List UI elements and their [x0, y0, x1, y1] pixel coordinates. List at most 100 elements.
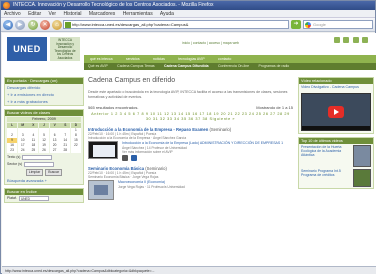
- mail-icon[interactable]: [343, 37, 350, 43]
- title-bar: INTECCA. Innovación y Desarrollo Tecnoló…: [1, 1, 375, 10]
- calendar-day[interactable]: 5: [38, 133, 50, 138]
- calendar-day[interactable]: 26: [38, 148, 50, 153]
- index-row: Plataf. UNED: [5, 195, 83, 202]
- top-video-title[interactable]: Presentación de la Huerta Ecológica de l…: [301, 145, 351, 158]
- menu-ayuda[interactable]: Ayuda: [160, 11, 174, 17]
- calendar-day[interactable]: 14: [60, 138, 71, 143]
- calendar-day[interactable]: 21: [60, 143, 71, 148]
- language-icon[interactable]: [362, 37, 368, 43]
- sidebar-link-grabaciones[interactable]: + Ir a más grabaciones: [5, 98, 83, 105]
- menu-herramientas[interactable]: Herramientas: [123, 11, 153, 17]
- calendar-day[interactable]: 22: [70, 143, 81, 148]
- menu-historial[interactable]: Historial: [63, 11, 81, 17]
- calendar-day[interactable]: 7: [60, 133, 71, 138]
- calendar-month[interactable]: Febrero, 2009: [7, 117, 81, 122]
- stop-icon[interactable]: ✕: [40, 20, 50, 30]
- menu-ver[interactable]: Ver: [49, 11, 57, 17]
- calendar-day[interactable]: 2: [7, 133, 18, 138]
- calendar-day[interactable]: 3: [17, 133, 28, 138]
- calendar-day[interactable]: 25: [28, 148, 39, 153]
- video-controls[interactable]: [302, 125, 370, 130]
- nav-tab-tecnologias[interactable]: tecnologías AVIP: [172, 55, 210, 63]
- result-media: Macroeconomía II (Economía) Jorge Vega R…: [88, 179, 293, 200]
- result-detail: Introducción a la Economía de la Empresa…: [122, 141, 293, 162]
- calendar-day[interactable]: 19: [38, 143, 50, 148]
- site-favicon: [65, 22, 71, 28]
- calendar-day[interactable]: 13: [49, 138, 60, 143]
- sidebar-link-diferido[interactable]: Descargas diferido: [5, 84, 83, 91]
- calendar-day[interactable]: 16: [7, 143, 18, 148]
- calendar-day[interactable]: 17: [17, 143, 28, 148]
- calendar-day: [70, 148, 81, 153]
- menu-marcadores[interactable]: Marcadores: [89, 11, 115, 17]
- sitemap-icon[interactable]: [352, 37, 359, 43]
- menu-editar[interactable]: Editar: [28, 11, 41, 17]
- clear-button[interactable]: Limpiar: [25, 168, 44, 176]
- home-icon[interactable]: [333, 37, 340, 43]
- go-button[interactable]: ➜: [291, 20, 301, 29]
- nav-tab-que-es[interactable]: qué es intecca: [84, 55, 119, 63]
- intecca-logo[interactable]: INTECCA Innovación y Desarrollo Tecnológ…: [50, 37, 80, 61]
- sector-input[interactable]: [24, 161, 55, 167]
- video-thumbnail[interactable]: [353, 168, 371, 187]
- calendar-day[interactable]: 8: [70, 133, 81, 138]
- top-video-title[interactable]: Seminario Programa Int.5 Programa de cré…: [301, 169, 351, 178]
- search-button[interactable]: Buscar: [45, 168, 63, 176]
- nav-tab-contacto[interactable]: contacto: [212, 55, 237, 63]
- calendar-day[interactable]: 11: [28, 138, 39, 143]
- calendar-day[interactable]: 18: [28, 143, 39, 148]
- navigation-toolbar: ◀ ▶ ↻ ✕ ⌂ http://www.intecca.uned.es/des…: [1, 18, 375, 32]
- platform-select[interactable]: UNED: [18, 195, 49, 201]
- calendar-day[interactable]: 9: [7, 138, 18, 143]
- address-bar[interactable]: http://www.intecca.uned.es/descargas_all…: [63, 20, 289, 29]
- download-icon[interactable]: [122, 155, 128, 162]
- calendar-day[interactable]: 12: [38, 138, 50, 143]
- result-sub-meta2[interactable]: Ver más información sobre el AVIP: [122, 150, 293, 154]
- home-icon[interactable]: ⌂: [52, 20, 62, 30]
- subtab-temas[interactable]: Cadena Campus Temas: [113, 63, 158, 70]
- forward-arrow-icon[interactable]: ▶: [15, 20, 25, 30]
- top-video-item[interactable]: Seminario Programa Int.5 Programa de cré…: [299, 168, 373, 188]
- pagination[interactable]: Anterior 1 2 3 4 5 6 7 8 9 10 11 12 13 1…: [88, 112, 293, 122]
- play-icon[interactable]: [328, 105, 344, 118]
- url-text: http://www.intecca.uned.es/descargas_all…: [72, 22, 189, 27]
- calendar-day[interactable]: 1: [70, 128, 81, 133]
- subtab-difundida[interactable]: Cadena Campus Difundida: [160, 63, 213, 70]
- texto-input[interactable]: [22, 154, 53, 160]
- calendar-day[interactable]: 20: [49, 143, 60, 148]
- calendar-day[interactable]: 15: [70, 138, 81, 143]
- top-video-item[interactable]: Presentación de la Huerta Ecológica de l…: [299, 144, 373, 168]
- sidebar-link-directo[interactable]: + Ir a emisiones en directo: [5, 91, 83, 98]
- nav-tab-noticias[interactable]: noticias: [147, 55, 171, 63]
- top-links[interactable]: inicio | contacto | acceso | mapa web: [182, 41, 239, 45]
- play-icon[interactable]: [131, 155, 138, 162]
- menu-archivo[interactable]: Archivo: [4, 11, 21, 17]
- search-field[interactable]: Google: [303, 20, 373, 29]
- reload-icon[interactable]: ↻: [28, 20, 38, 30]
- video-thumbnail[interactable]: [88, 179, 114, 200]
- left-sidebar: En portada · Descargas (on) Descargas di…: [4, 77, 84, 266]
- video-thumbnail[interactable]: [353, 144, 371, 167]
- subtab-avip[interactable]: Qué es AVIP: [84, 63, 112, 70]
- sidebar-box-portada: En portada · Descargas (on) Descargas di…: [4, 77, 84, 106]
- video-thumbnail[interactable]: [88, 141, 118, 160]
- calendar-weekday: S: [60, 123, 71, 128]
- uned-logo[interactable]: UNED: [7, 37, 47, 61]
- calendar-day[interactable]: 24: [17, 148, 28, 153]
- calendar-day[interactable]: 23: [7, 148, 18, 153]
- header-icons: [332, 37, 368, 45]
- subtab-conferencia[interactable]: Conferencia On-line: [214, 63, 253, 70]
- subtab-radio[interactable]: Programas de radio: [255, 63, 294, 70]
- nav-tab-servicios[interactable]: servicios: [120, 55, 146, 63]
- back-arrow-icon[interactable]: ◀: [3, 20, 13, 30]
- video-player[interactable]: [301, 92, 371, 131]
- calendar-day[interactable]: 4: [28, 133, 39, 138]
- calendar-day[interactable]: 28: [60, 148, 71, 153]
- calendar-day[interactable]: 27: [49, 148, 60, 153]
- menu-bar: Archivo Editar Ver Historial Marcadores …: [1, 10, 375, 18]
- calendar-day[interactable]: 10: [17, 138, 28, 143]
- advanced-search-link[interactable]: Búsqueda avanzada +: [5, 177, 83, 184]
- calendar-weekday: V: [49, 123, 60, 128]
- related-video-text[interactable]: Video Divulgativo - Cadena Campus: [299, 84, 373, 91]
- calendar-day[interactable]: 6: [49, 133, 60, 138]
